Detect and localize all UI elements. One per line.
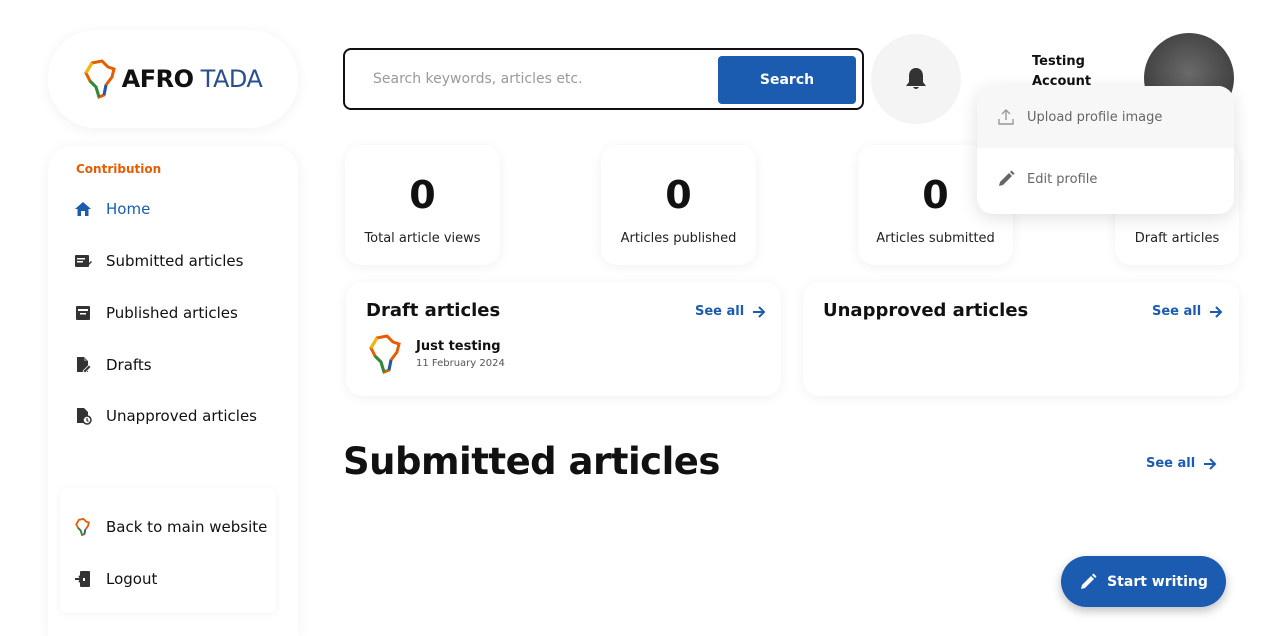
article-date: 11 February 2024 (416, 358, 505, 369)
stat-card-total-views: 0 Total article views (345, 145, 500, 265)
stat-label: Articles submitted (876, 231, 995, 246)
stat-value: 0 (665, 173, 692, 217)
home-icon (74, 200, 92, 218)
back-to-main-website-label: Back to main website (106, 518, 268, 536)
sidebar-section-title: Contribution (76, 162, 162, 176)
upload-icon (998, 109, 1014, 125)
article-thumbnail-icon (369, 334, 401, 374)
unapproved-see-all-link[interactable]: See all (1152, 304, 1223, 319)
drafts-icon (74, 356, 92, 374)
edit-profile-item[interactable]: Edit profile (977, 148, 1234, 210)
sidebar-item-label: Home (106, 200, 151, 218)
submitted-articles-icon (74, 252, 92, 270)
arrow-right-icon (1210, 305, 1223, 318)
back-to-main-website-link[interactable]: Back to main website (74, 518, 267, 536)
sidebar-item-label: Unapproved articles (106, 407, 257, 425)
sidebar-item-label: Published articles (106, 304, 238, 322)
stat-label: Articles published (620, 231, 737, 246)
sidebar-item-submitted-articles[interactable]: Submitted articles (74, 252, 243, 270)
dashboard: AFRO TADA Contribution Home Submitted ar… (0, 0, 1287, 636)
afro-tada-logo-icon (74, 518, 92, 536)
sidebar-item-published-articles[interactable]: Published articles (74, 304, 238, 322)
logo-card[interactable]: AFRO TADA (48, 30, 298, 128)
sidebar-item-unapproved-articles[interactable]: Unapproved articles (74, 407, 257, 425)
draft-articles-panel: Draft articles See all Just testing 11 F… (346, 282, 781, 396)
published-articles-icon (74, 304, 92, 322)
panel-title: Unapproved articles (823, 300, 1029, 321)
search-button[interactable]: Search (718, 56, 856, 104)
sidebar-item-label: Submitted articles (106, 252, 244, 270)
sidebar-bottom-card: Back to main website Logout (60, 488, 276, 613)
notifications-button[interactable] (871, 34, 961, 124)
submitted-articles-heading: Submitted articles (343, 440, 720, 483)
unapproved-articles-icon (74, 407, 92, 425)
submitted-see-all-link[interactable]: See all (1146, 456, 1217, 471)
arrow-right-icon (753, 305, 766, 318)
upload-profile-image-item[interactable]: Upload profile image (977, 86, 1234, 148)
bell-icon (906, 68, 926, 89)
logout-icon (74, 570, 92, 588)
stat-label: Draft articles (1134, 231, 1220, 246)
sidebar-item-drafts[interactable]: Drafts (74, 356, 152, 374)
start-writing-button[interactable]: Start writing (1061, 556, 1226, 607)
article-title: Just testing (416, 339, 501, 354)
unapproved-articles-panel: Unapproved articles See all (803, 282, 1239, 396)
sidebar-item-label: Drafts (106, 356, 152, 374)
pencil-icon (999, 170, 1015, 186)
logout-label: Logout (106, 570, 158, 588)
list-item[interactable]: Just testing 11 February 2024 (368, 334, 505, 374)
profile-dropdown: Upload profile image Edit profile (977, 86, 1234, 214)
stat-label: Total article views (364, 231, 481, 246)
panel-title: Draft articles (366, 300, 501, 321)
stat-value: 0 (409, 173, 436, 217)
pencil-icon (1081, 573, 1097, 589)
draft-see-all-link[interactable]: See all (695, 304, 766, 319)
search-input[interactable] (373, 71, 703, 87)
logo-text: AFRO TADA (121, 65, 263, 93)
sidebar-item-home[interactable]: Home (74, 200, 150, 218)
arrow-right-icon (1204, 457, 1217, 470)
africa-map-logo-icon (83, 59, 116, 99)
stat-card-articles-published: 0 Articles published (601, 145, 756, 265)
search-bar: Search (343, 48, 864, 110)
logout-link[interactable]: Logout (74, 570, 157, 588)
sidebar: Contribution Home Submitted articles Pub… (48, 146, 298, 636)
